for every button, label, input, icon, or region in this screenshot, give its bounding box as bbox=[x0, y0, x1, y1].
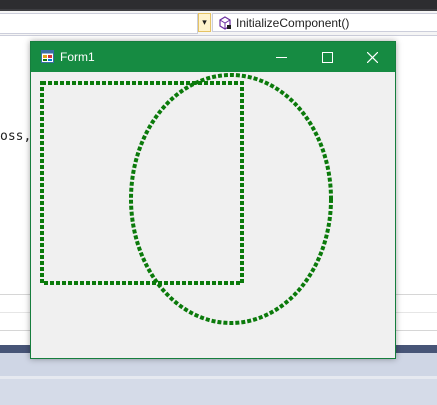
member-dropdown-button[interactable]: ▾ bbox=[198, 13, 211, 32]
method-combo[interactable]: InitializeComponent() bbox=[212, 13, 437, 32]
maximize-icon bbox=[321, 51, 333, 63]
maximize-button[interactable] bbox=[304, 42, 350, 72]
ide-title-bar bbox=[0, 0, 437, 9]
form-title: Form1 bbox=[60, 50, 95, 64]
method-cube-icon bbox=[219, 16, 231, 30]
method-name: InitializeComponent() bbox=[236, 16, 350, 30]
minimize-icon bbox=[275, 56, 287, 58]
dashed-ellipse bbox=[129, 73, 333, 325]
form-title-bar[interactable]: Form1 bbox=[31, 42, 395, 72]
code-text-fragment: oss, bbox=[0, 129, 32, 144]
panel-tab-area bbox=[0, 379, 437, 405]
minimize-button[interactable] bbox=[258, 42, 304, 72]
drawing-canvas bbox=[40, 73, 333, 325]
navigation-bar: ▾ InitializeComponent() bbox=[0, 11, 437, 36]
chevron-down-icon: ▾ bbox=[202, 17, 207, 27]
form-client-area[interactable] bbox=[31, 72, 395, 358]
member-combo-left[interactable] bbox=[0, 13, 198, 34]
form-window[interactable]: Form1 bbox=[30, 41, 396, 359]
close-button[interactable] bbox=[349, 42, 395, 72]
close-icon bbox=[366, 51, 378, 63]
windows-form-icon bbox=[41, 50, 54, 63]
